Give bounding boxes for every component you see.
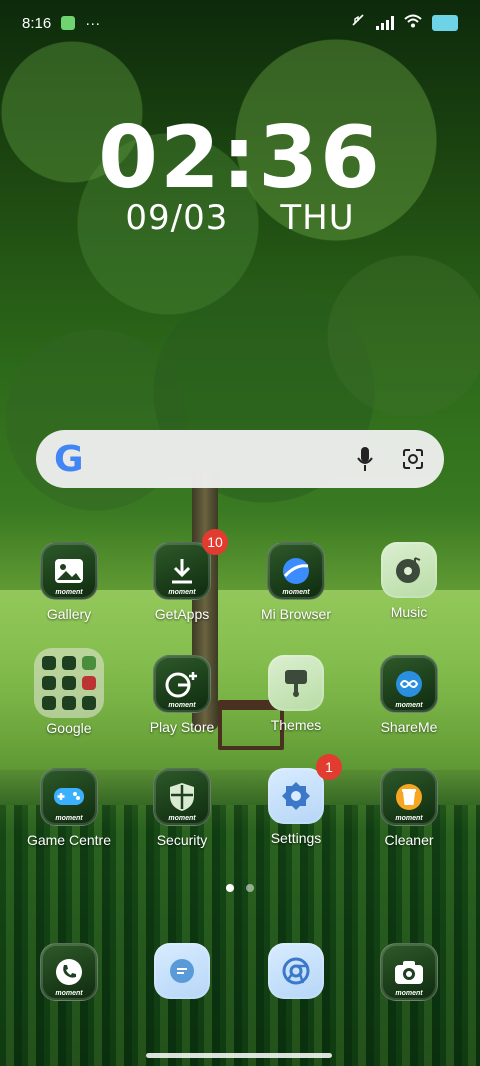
mute-icon: [350, 13, 366, 33]
clock-time[interactable]: 02:36: [0, 108, 480, 208]
folder-google[interactable]: Google: [14, 648, 124, 736]
app-security[interactable]: moment Security: [127, 768, 237, 848]
dock-phone[interactable]: moment: [14, 943, 124, 1001]
page-dot-active[interactable]: [226, 884, 234, 892]
notification-app-icon: [61, 16, 76, 30]
app-shareme[interactable]: moment ShareMe: [354, 655, 464, 735]
app-play-store[interactable]: moment Play Store: [127, 655, 237, 735]
app-label: GetApps: [154, 606, 210, 622]
camera-icon: moment: [380, 943, 438, 1001]
music-icon: [381, 542, 437, 598]
notification-badge: 10: [202, 529, 228, 555]
clock-date-row: 09/03 THU: [0, 198, 480, 238]
app-label: Mi Browser: [260, 606, 331, 622]
app-getapps[interactable]: moment 10 GetApps: [127, 529, 237, 622]
page-indicator: [0, 884, 480, 892]
google-search-bar[interactable]: G: [36, 430, 444, 488]
brush-icon: [268, 655, 324, 711]
page-dot[interactable]: [246, 884, 254, 892]
clock-day: THU: [280, 198, 355, 238]
trash-icon: moment: [380, 768, 438, 826]
app-label: ShareMe: [380, 719, 438, 735]
gallery-icon: moment: [40, 542, 98, 600]
message-icon: [154, 943, 210, 999]
shield-icon: moment: [153, 768, 211, 826]
status-bar: 8:16 ···: [0, 0, 480, 46]
app-label: Music: [390, 604, 428, 620]
dock-messages[interactable]: [127, 943, 237, 999]
folder-icon: [34, 648, 104, 718]
voice-search-icon[interactable]: [352, 446, 378, 472]
phone-icon: moment: [40, 943, 98, 1001]
status-time: 8:16: [22, 14, 52, 32]
app-label: Game Centre: [26, 832, 112, 848]
more-notifications-icon: ···: [85, 14, 101, 32]
notification-badge: 1: [316, 754, 342, 780]
app-cleaner[interactable]: moment Cleaner: [354, 768, 464, 848]
battery-icon: [432, 15, 458, 31]
browser-icon: moment: [267, 542, 325, 600]
google-logo-icon: G: [54, 438, 84, 480]
dock-chrome[interactable]: [241, 943, 351, 999]
app-label: Google: [46, 720, 92, 736]
app-label: Settings: [270, 830, 322, 846]
app-label: Themes: [270, 717, 322, 733]
signal-icon: [376, 16, 394, 30]
gear-icon: 1: [268, 754, 342, 824]
app-music[interactable]: Music: [354, 542, 464, 620]
download-icon: moment 10: [153, 529, 228, 600]
chrome-icon: [268, 943, 324, 999]
app-settings[interactable]: 1 Settings: [241, 754, 351, 846]
app-game-centre[interactable]: moment Game Centre: [14, 768, 124, 848]
app-label: Cleaner: [384, 832, 434, 848]
app-gallery[interactable]: moment Gallery: [14, 542, 124, 622]
app-mi-browser[interactable]: moment Mi Browser: [241, 542, 351, 622]
google-lens-icon[interactable]: [400, 446, 426, 472]
app-label: Security: [156, 832, 208, 848]
app-label: Gallery: [46, 606, 92, 622]
dock-camera[interactable]: moment: [354, 943, 464, 1001]
gesture-nav-handle[interactable]: [146, 1053, 332, 1058]
google-plus-icon: moment: [153, 655, 211, 713]
wifi-icon: [404, 14, 422, 32]
clock-date: 09/03: [125, 198, 229, 238]
app-label: Play Store: [149, 719, 215, 735]
app-themes[interactable]: Themes: [241, 655, 351, 733]
gamepad-icon: moment: [40, 768, 98, 826]
infinity-icon: moment: [380, 655, 438, 713]
